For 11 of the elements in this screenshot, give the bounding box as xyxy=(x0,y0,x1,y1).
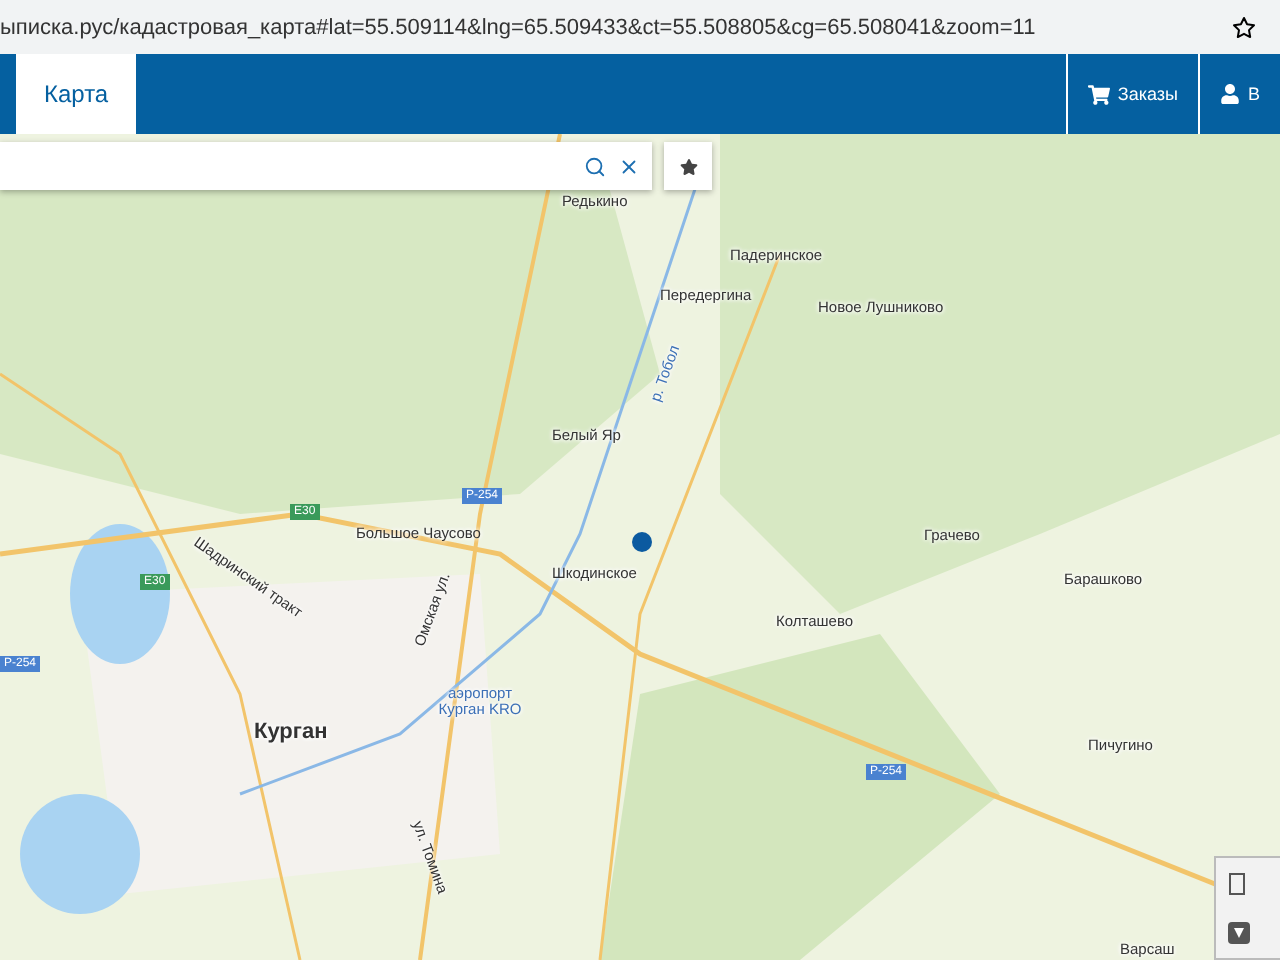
user-icon xyxy=(1219,84,1240,104)
star-icon xyxy=(679,157,697,175)
cart-icon xyxy=(1087,83,1110,105)
bookmark-star-icon[interactable] xyxy=(1232,15,1256,39)
map-label: Курган xyxy=(254,722,328,744)
address-bar[interactable]: ыписка.рус/кадастровая_карта#lat=55.509114&lng=65.509433&ct=55.508805&cg=65.508041&zoom=11 xyxy=(0,0,1280,54)
map-tab[interactable]: Карта xyxy=(16,54,137,134)
search-field[interactable] xyxy=(0,142,652,190)
close-icon[interactable] xyxy=(618,155,640,177)
favorites-button[interactable] xyxy=(664,142,712,190)
search-icon[interactable] xyxy=(584,155,606,177)
